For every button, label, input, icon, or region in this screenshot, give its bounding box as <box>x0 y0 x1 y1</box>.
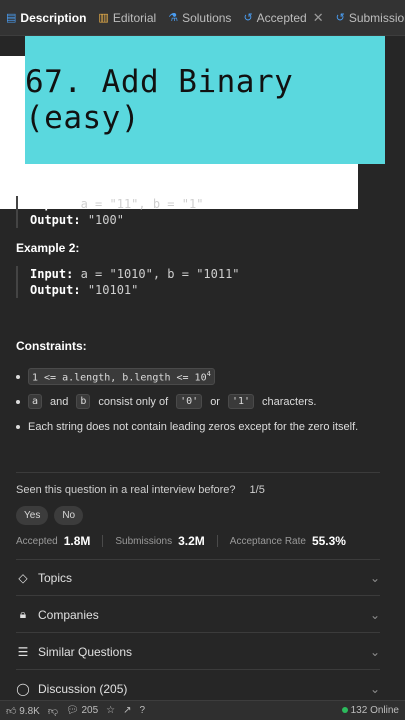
bullet <box>16 424 20 429</box>
stats-row: Accepted 1.8M Submissions 3.2M Acceptanc… <box>16 534 346 548</box>
constraint-code-text: 1 <= a.length, b.length <= 10 <box>32 372 207 384</box>
submissions-label: Submissions <box>115 535 173 547</box>
close-icon[interactable]: ✕ <box>313 10 324 26</box>
tab-solutions[interactable]: ⚗ Solutions <box>162 0 237 35</box>
tab-accepted[interactable]: ↺ Accepted ✕ <box>237 0 329 35</box>
constraints-title: Constraints: <box>16 339 87 353</box>
interview-prompt: Seen this question in a real interview b… <box>16 484 265 496</box>
lock-icon: 🔒︎ <box>19 607 27 621</box>
online-status: 132 Online <box>341 705 399 716</box>
history-icon: ↺ <box>243 12 253 24</box>
example-1-output: "100" <box>87 213 124 227</box>
like-count: 9.8K <box>19 705 40 717</box>
code-a: a <box>28 394 43 409</box>
list-item: 1 <= a.length, b.length <= 104 <box>16 364 386 389</box>
like-button[interactable]: 👍︎ 9.8K <box>6 705 40 717</box>
tab-solutions-label: Solutions <box>182 10 232 25</box>
submissions-value: 3.2M <box>178 534 205 548</box>
flask-icon: ⚗ <box>168 12 179 24</box>
code-one: '1' <box>227 394 255 409</box>
chat-icon: ◯ <box>16 681 30 696</box>
example-2-output: "10101" <box>87 283 139 297</box>
accepted-value: 1.8M <box>63 534 91 548</box>
topics-label: Topics <box>38 570 73 585</box>
list-icon: ☰ <box>17 644 29 659</box>
tab-submission[interactable]: ↺ Submission <box>330 0 405 35</box>
constraint-code: 1 <= a.length, b.length <= 104 <box>28 367 215 386</box>
chevron-down-icon: ⌄ <box>369 607 380 622</box>
tab-editorial-label: Editorial <box>112 10 157 25</box>
list-item: a and b consist only of '0' or '1' chara… <box>16 389 386 414</box>
bullet <box>16 399 20 404</box>
bullet <box>16 374 20 379</box>
example-2-title: Example 2: <box>16 241 80 255</box>
example-2-block: Input: a = "1010", b = "1011" Output: "1… <box>16 266 240 298</box>
tab-bar: ▤ Description ▥ Editorial ⚗ Solutions ↺ … <box>0 0 405 36</box>
stats-separator <box>102 535 104 547</box>
online-count: 132 Online <box>350 705 399 716</box>
acceptance-rate-label: Acceptance Rate <box>229 535 306 547</box>
constraint-text: characters. <box>262 395 317 408</box>
dislike-button[interactable]: 👎︎ <box>48 705 58 717</box>
constraint-text: or <box>210 395 220 408</box>
example-2-output-label: Output: <box>30 283 81 297</box>
history-icon: ↺ <box>335 12 345 24</box>
banner-title: 67. Add Binary (easy) <box>25 64 294 136</box>
tag-icon: ◇ <box>18 570 28 585</box>
example-1-output-label: Output: <box>30 213 81 227</box>
no-button[interactable]: No <box>54 506 84 525</box>
bottom-action-bar: 👍︎ 9.8K 👎︎ 💬︎ 205 ☆ ↗ ? 132 Online <box>0 700 405 720</box>
chevron-down-icon: ⌄ <box>369 644 380 659</box>
companies-section[interactable]: 🔒︎ Companies ⌄ <box>16 597 380 633</box>
chevron-down-icon: ⌄ <box>369 681 380 696</box>
description-panel: 67. Add Binary (easy) Input: a = "11", b… <box>0 36 405 707</box>
online-dot <box>341 707 348 713</box>
stats-separator <box>216 535 218 547</box>
constraint-text: Each string does not contain leading zer… <box>28 420 359 433</box>
code-zero: '0' <box>176 394 203 409</box>
help-icon[interactable]: ? <box>140 705 146 716</box>
tab-editorial[interactable]: ▥ Editorial <box>92 0 162 35</box>
interview-answer-row: Yes No <box>16 506 84 525</box>
code-b: b <box>76 394 91 409</box>
list-item: Each string does not contain leading zer… <box>16 414 386 439</box>
tab-submission-label: Submission <box>348 10 405 25</box>
accepted-label: Accepted <box>16 535 58 547</box>
discussion-label: Discussion (205) <box>38 681 128 696</box>
comment-button[interactable]: 💬︎ 205 <box>66 705 98 716</box>
constraint-text: and <box>50 395 69 408</box>
chevron-down-icon: ⌄ <box>369 570 380 585</box>
constraint-text: consist only of <box>98 395 169 408</box>
similar-questions-label: Similar Questions <box>38 644 133 659</box>
divider <box>16 472 380 473</box>
constraints-list: 1 <= a.length, b.length <= 104 a and b c… <box>16 364 386 439</box>
example-1-input: a = "11", b = "1" <box>80 197 204 211</box>
similar-questions-section[interactable]: ☰ Similar Questions ⌄ <box>16 634 380 670</box>
star-icon[interactable]: ☆ <box>106 705 115 716</box>
example-2-input: a = "1010", b = "1011" <box>80 267 240 281</box>
constraint-exponent: 4 <box>206 369 211 378</box>
book-icon: ▥ <box>98 12 109 24</box>
example-2-input-label: Input: <box>30 267 74 281</box>
example-1-input-label: Input: <box>30 197 74 211</box>
topics-section[interactable]: ◇ Topics ⌄ <box>16 560 380 596</box>
tab-description[interactable]: ▤ Description <box>0 0 92 35</box>
comment-count: 205 <box>81 705 99 716</box>
example-1-block: Input: a = "11", b = "1" Output: "100" <box>16 196 203 228</box>
tab-description-label: Description <box>20 10 87 25</box>
title-banner: 67. Add Binary (easy) <box>25 36 385 164</box>
interview-question: Seen this question in a real interview b… <box>16 484 236 496</box>
share-icon[interactable]: ↗ <box>123 705 131 716</box>
companies-label: Companies <box>38 607 99 622</box>
tab-accepted-label: Accepted <box>256 10 307 25</box>
acceptance-rate-value: 55.3% <box>311 534 346 548</box>
document-icon: ▤ <box>6 12 17 24</box>
yes-button[interactable]: Yes <box>16 506 49 525</box>
interview-count: 1/5 <box>249 484 265 496</box>
